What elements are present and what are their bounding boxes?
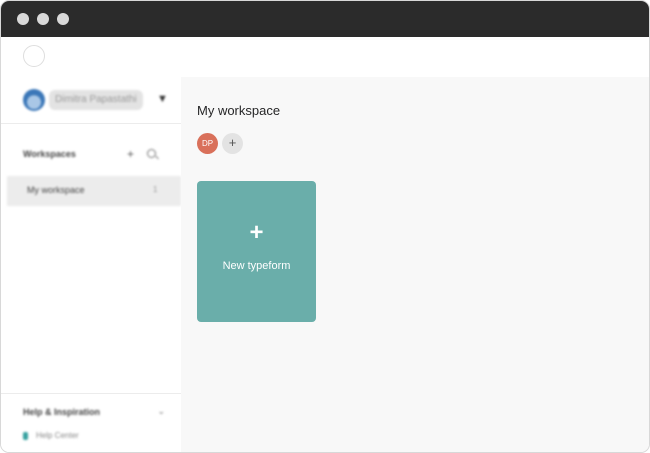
new-typeform-card[interactable]: + New typeform: [197, 181, 316, 322]
plus-icon: +: [249, 219, 264, 246]
sidebar: Dimitra Papastathi ▼ Workspaces + My wor…: [1, 77, 181, 452]
account-name: Dimitra Papastathi: [49, 90, 143, 110]
title-bar: [1, 1, 649, 37]
page-title: My workspace: [197, 103, 281, 118]
add-member-button[interactable]: +: [222, 133, 243, 154]
account-menu[interactable]: Dimitra Papastathi ▼: [21, 89, 171, 113]
sidebar-item-label: My workspace: [27, 185, 85, 195]
divider: [1, 393, 181, 394]
user-avatar-icon: [23, 89, 45, 111]
chevron-down-icon[interactable]: ▼: [157, 93, 168, 105]
workspaces-section-header: Workspaces +: [23, 147, 163, 163]
workspaces-heading: Workspaces: [23, 149, 76, 159]
avatar[interactable]: DP: [197, 133, 218, 154]
workspace-form-count: 1: [153, 185, 158, 194]
help-section-header[interactable]: Help & Inspiration ⌄: [23, 406, 165, 417]
workspace-main: My workspace DP + + New typeform: [181, 77, 649, 452]
add-workspace-icon[interactable]: +: [127, 147, 134, 161]
circle-logo-icon[interactable]: [23, 45, 45, 67]
browser-window: Dimitra Papastathi ▼ Workspaces + My wor…: [0, 0, 650, 453]
app-header: [1, 37, 649, 77]
sidebar-item-help-center[interactable]: Help Center: [23, 431, 79, 440]
close-window-button[interactable]: [17, 13, 29, 25]
help-heading: Help & Inspiration: [23, 407, 101, 417]
search-icon[interactable]: [147, 149, 156, 158]
sidebar-item-label: Help Center: [36, 431, 79, 440]
divider: [1, 123, 181, 124]
minimize-window-button[interactable]: [37, 13, 49, 25]
chevron-down-icon[interactable]: ⌄: [157, 406, 165, 417]
new-typeform-label: New typeform: [222, 260, 291, 272]
help-center-icon: [23, 431, 28, 440]
zoom-window-button[interactable]: [57, 13, 69, 25]
sidebar-item-my-workspace[interactable]: My workspace 1: [7, 176, 181, 206]
